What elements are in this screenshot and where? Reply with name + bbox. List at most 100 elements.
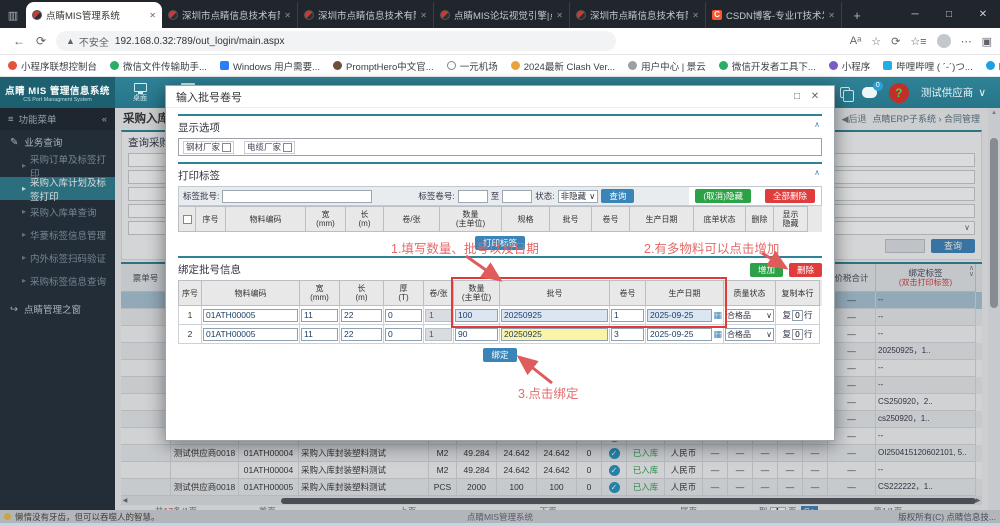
option-checkbox[interactable]	[222, 142, 232, 152]
roll-number-input[interactable]	[611, 308, 644, 322]
thickness-input[interactable]	[385, 327, 422, 341]
material-code-input[interactable]	[203, 327, 298, 341]
print-labels-title: 打印标签	[178, 170, 220, 182]
copy-prefix: 复	[782, 310, 791, 320]
favorite-star-icon[interactable]: ☆	[871, 35, 881, 48]
material-code-input[interactable]	[203, 308, 298, 322]
browser-tab[interactable]: 深圳市点睛信息技术有限公司点睛 ✕	[570, 2, 706, 28]
bookmark-item[interactable]: 小程序联想控制台	[8, 59, 97, 73]
messages-icon[interactable]: 0	[861, 81, 883, 98]
bookmark-item[interactable]: 哔哩哔哩 ( ´-´)つ...	[883, 59, 973, 73]
quality-status-select[interactable]: 合格品 ∨	[725, 308, 774, 322]
window-controls: ─ □ ✕	[898, 0, 1000, 28]
bookmark-item[interactable]: 一元机场	[446, 59, 498, 73]
factory-option: 电缆厂家	[244, 140, 296, 154]
quantity-input[interactable]	[455, 308, 498, 322]
table-cell: 1	[178, 306, 202, 325]
bookmark-item[interactable]: 用户中心 | 景云	[628, 59, 706, 73]
tab-close-icon[interactable]: ✕	[284, 11, 291, 20]
chevron-down-icon: ∨	[766, 329, 772, 339]
sidebar-toggle-icon[interactable]: ▣	[982, 35, 992, 48]
production-date-input[interactable]	[647, 327, 713, 341]
production-date-input[interactable]	[647, 308, 713, 322]
bookmark-item[interactable]: portal.qiniu.com/ia...	[985, 60, 1000, 71]
label-batch-input[interactable]	[222, 189, 373, 203]
status-select[interactable]: 非隐藏 ∨	[557, 189, 599, 203]
tab-close-icon[interactable]: ✕	[692, 11, 699, 20]
browser-tab[interactable]: 点睛MIS管理系统 ✕	[26, 2, 162, 28]
select-all-checkbox[interactable]	[182, 214, 192, 224]
copy-count-input[interactable]	[792, 328, 803, 340]
table-cell: 合格品 ∨	[724, 325, 776, 344]
tab-close-icon[interactable]: ✕	[828, 11, 835, 20]
bookmark-favicon-icon	[8, 61, 17, 70]
bookmark-item[interactable]: Windows 用户需要...	[219, 59, 320, 73]
length-input[interactable]	[341, 308, 382, 322]
copy-suffix: 行	[804, 329, 813, 339]
collapse-chevron-icon[interactable]: ∧	[814, 120, 820, 129]
bind-button[interactable]: 绑定	[483, 348, 517, 362]
refresh-icon[interactable]: ⟳	[30, 34, 52, 48]
bookmark-item[interactable]: PromptHero中文官...	[333, 59, 434, 73]
quantity-input[interactable]	[455, 327, 498, 341]
url-field[interactable]: ▲ 不安全 192.168.0.32:789/out_login/main.as…	[56, 31, 616, 51]
collapse-chevron-icon[interactable]: ∧	[814, 168, 820, 177]
extensions-icon[interactable]: ⟳	[891, 35, 900, 48]
user-avatar[interactable]: ?	[888, 82, 909, 103]
new-tab-button[interactable]: +	[846, 4, 868, 26]
label-roll-to-input[interactable]	[502, 189, 533, 203]
thickness-input[interactable]	[385, 308, 422, 322]
browser-tab[interactable]: 点睛MIS论坛视觉引擎|点睛亮聚 ✕	[434, 2, 570, 28]
tab-close-icon[interactable]: ✕	[556, 11, 563, 20]
column-header: 数量 (主单位)	[454, 280, 500, 306]
roll-number-input[interactable]	[611, 327, 644, 341]
add-row-button[interactable]: 增加	[749, 263, 783, 277]
column-header: 厚 (T)	[384, 280, 424, 306]
font-size-icon[interactable]: Aᵃ	[850, 35, 861, 47]
bind-batch-title: 绑定批号信息	[178, 264, 241, 276]
quality-status-select[interactable]: 合格品 ∨	[725, 327, 774, 341]
bookmark-item[interactable]: 微信文件传输助手...	[110, 59, 207, 73]
browser-tab[interactable]: C CSDN博客-专业IT技术发表平台 ✕	[706, 2, 842, 28]
bookmark-item[interactable]: 小程序	[828, 59, 870, 73]
tab-close-icon[interactable]: ✕	[420, 11, 427, 20]
back-icon[interactable]: ←	[8, 34, 30, 48]
favorites-bar-icon[interactable]: ☆≡	[910, 35, 926, 48]
quality-status-value: 合格品	[727, 310, 751, 320]
browser-menu-icon[interactable]: ⋯	[961, 35, 972, 48]
delete-all-button[interactable]: 全部删除	[764, 189, 815, 203]
close-icon[interactable]: ✕	[966, 0, 1000, 28]
browser-tab[interactable]: 深圳市点睛信息技术有限公司点睛 ✕	[162, 2, 298, 28]
dialog-maximize-icon[interactable]: □	[788, 91, 806, 102]
dialog-close-icon[interactable]: ✕	[806, 91, 824, 102]
delete-row-button[interactable]: 删除	[788, 263, 822, 277]
minimize-icon[interactable]: ─	[898, 0, 932, 28]
bookmark-label: 2024最新 Clash Ver...	[523, 61, 616, 73]
batch-number-input[interactable]	[501, 308, 608, 322]
windows-icon[interactable]	[839, 87, 854, 102]
column-header: 卷号	[592, 206, 630, 232]
browser-tab[interactable]: 深圳市点睛信息技术有限公司点睛 ✕	[298, 2, 434, 28]
dialog-titlebar[interactable]: 输入批号卷号 □ ✕	[166, 86, 834, 108]
label-roll-from-input[interactable]	[457, 189, 488, 203]
copy-count-input[interactable]	[792, 309, 803, 321]
bookmark-item[interactable]: 2024最新 Clash Ver...	[510, 59, 616, 73]
calendar-icon[interactable]: ▦	[713, 310, 722, 321]
width-input[interactable]	[301, 308, 338, 322]
length-input[interactable]	[341, 327, 382, 341]
user-menu[interactable]: 测试供应商 ∨	[921, 85, 986, 100]
bookmark-item[interactable]: 微信开发者工具下...	[718, 59, 816, 73]
option-checkbox[interactable]	[283, 142, 293, 152]
label-query-button[interactable]: 查询	[601, 189, 635, 203]
browser-profile-avatar[interactable]	[936, 34, 951, 48]
tab-close-icon[interactable]: ✕	[149, 11, 156, 20]
calendar-icon[interactable]: ▦	[713, 329, 722, 340]
nav-desktop[interactable]: 桌面	[121, 77, 159, 108]
batch-number-input[interactable]	[501, 327, 608, 341]
maximize-icon[interactable]: □	[932, 0, 966, 28]
csdn-favicon-icon: C	[712, 10, 722, 20]
width-input[interactable]	[301, 327, 338, 341]
unhide-button[interactable]: (取消)隐藏	[695, 189, 751, 203]
tab-search-icon[interactable]: ▥	[0, 2, 26, 28]
table-cell: 合格品 ∨	[724, 306, 776, 325]
